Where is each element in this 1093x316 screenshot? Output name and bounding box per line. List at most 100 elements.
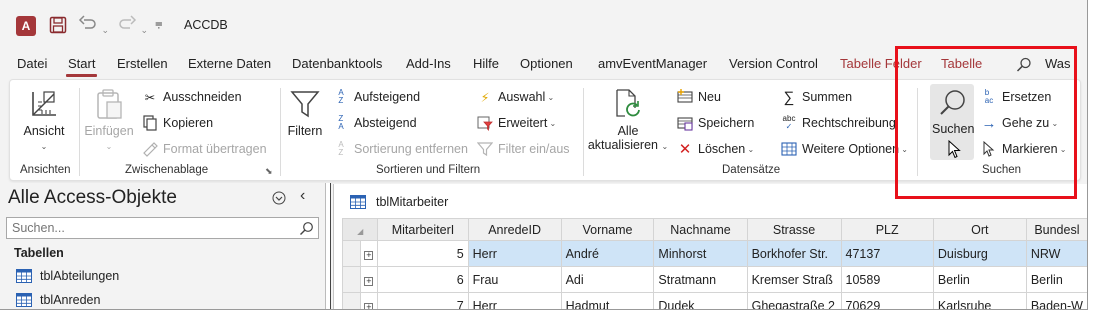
expand-icon[interactable]: + bbox=[359, 292, 379, 309]
table-cell[interactable]: Ghegastraße 2 bbox=[746, 292, 842, 309]
table-cell[interactable]: Borkhofer Str. bbox=[746, 240, 842, 267]
nav-search-input[interactable] bbox=[7, 218, 287, 238]
absteigend-button[interactable]: ZA Absteigend bbox=[332, 114, 416, 132]
table-cell[interactable]: Baden-W bbox=[1025, 292, 1087, 309]
document-tab-tblmitarbeiter[interactable]: tblMitarbeiter bbox=[338, 188, 643, 216]
column-header[interactable]: PLZ bbox=[840, 218, 934, 241]
save-icon[interactable] bbox=[49, 16, 67, 34]
column-header[interactable]: Ort bbox=[932, 218, 1027, 241]
window-title: ACCDB bbox=[184, 18, 228, 32]
gehe-zu-button[interactable]: → Gehe zu ⌄ bbox=[980, 114, 1059, 132]
tab-start[interactable]: Start bbox=[65, 56, 98, 77]
nav-menu-chevron-icon[interactable] bbox=[272, 191, 286, 205]
tab-datei[interactable]: Datei bbox=[17, 56, 47, 71]
tab-add-ins[interactable]: Add-Ins bbox=[406, 56, 451, 71]
ribbon: Ansicht ⌄ Ansichten Einfügen ⌄ ✂ Ausschn… bbox=[9, 79, 1081, 181]
table-cell[interactable]: Herr bbox=[467, 240, 562, 267]
tab-tabelle-felder[interactable]: Tabelle Felder bbox=[840, 56, 922, 71]
nav-section-tabellen[interactable]: Tabellen bbox=[14, 246, 64, 260]
tab-version-control[interactable]: Version Control bbox=[729, 56, 818, 71]
table-cell[interactable]: Berlin bbox=[932, 266, 1027, 293]
table-cell[interactable]: Duisburg bbox=[932, 240, 1027, 267]
table-cell[interactable]: 10589 bbox=[840, 266, 934, 293]
search-icon[interactable] bbox=[299, 221, 314, 236]
expand-icon[interactable]: + bbox=[359, 266, 379, 293]
summen-button[interactable]: ∑ Summen bbox=[780, 88, 852, 106]
loeschen-button[interactable]: ✕ Löschen ⌄ bbox=[676, 140, 755, 158]
table-cell[interactable]: Dudek bbox=[653, 292, 748, 309]
speichern-button[interactable]: Speichern bbox=[676, 114, 754, 132]
table-cell[interactable]: Berlin bbox=[1025, 266, 1087, 293]
markieren-button[interactable]: Markieren ⌄ bbox=[980, 140, 1067, 158]
table-cell[interactable]: Karlsruhe bbox=[932, 292, 1027, 309]
table-cell[interactable]: 7 bbox=[377, 292, 469, 309]
record-selector[interactable] bbox=[342, 266, 361, 293]
undo-icon[interactable]: ⌄ bbox=[78, 15, 109, 36]
tab-datenbanktools[interactable]: Datenbanktools bbox=[292, 56, 382, 71]
filter-ein-aus-button[interactable]: Filter ein/aus bbox=[476, 140, 570, 158]
redo-icon[interactable]: ⌄ bbox=[117, 15, 148, 36]
tab-tabelle[interactable]: Tabelle bbox=[941, 56, 982, 71]
dialog-launcher-icon[interactable]: ⬊ bbox=[265, 166, 273, 177]
tell-me-input[interactable]: Was bbox=[1045, 56, 1071, 71]
collapse-nav-icon[interactable]: ‹ bbox=[300, 187, 305, 205]
table-cell[interactable]: Minhorst bbox=[653, 240, 748, 267]
neu-button[interactable]: Neu bbox=[676, 88, 721, 106]
table-cell[interactable]: 70629 bbox=[840, 292, 934, 309]
nav-item-tblanreden[interactable]: tblAnreden bbox=[16, 293, 100, 307]
tab-hilfe[interactable]: Hilfe bbox=[473, 56, 499, 71]
auswahl-button[interactable]: ⚡ Auswahl ⌄ bbox=[476, 88, 555, 106]
chevron-down-icon: ⌄ bbox=[899, 144, 908, 154]
ausschneiden-button[interactable]: ✂ Ausschneiden bbox=[141, 88, 242, 106]
table-row[interactable]: + 7 Herr Hadmut Dudek Ghegastraße 2 7062… bbox=[342, 292, 1087, 309]
table-cell[interactable]: Herr bbox=[467, 292, 562, 309]
tab-externe-daten[interactable]: Externe Daten bbox=[188, 56, 271, 71]
column-header[interactable]: Vorname bbox=[560, 218, 655, 241]
table-cell[interactable]: André bbox=[560, 240, 655, 267]
customize-toolbar-icon[interactable]: ⩦ bbox=[155, 15, 163, 31]
select-all-corner[interactable]: ◢ bbox=[341, 218, 379, 241]
table-cell[interactable]: Kremser Straß bbox=[746, 266, 842, 293]
tab-erstellen[interactable]: Erstellen bbox=[117, 56, 168, 71]
kopieren-button[interactable]: Kopieren bbox=[141, 114, 213, 132]
aufsteigend-button[interactable]: AZ Aufsteigend bbox=[332, 88, 420, 106]
mouse-cursor-icon bbox=[948, 140, 961, 159]
table-cell[interactable]: NRW bbox=[1025, 240, 1087, 267]
tab-optionen[interactable]: Optionen bbox=[520, 56, 573, 71]
erweitert-button[interactable]: Erweitert ⌄ bbox=[476, 114, 556, 132]
table-cell[interactable]: 47137 bbox=[840, 240, 934, 267]
sortierung-entfernen-button[interactable]: AZ Sortierung entfernen bbox=[332, 140, 468, 158]
einfuegen-button[interactable]: Einfügen ⌄ bbox=[84, 88, 134, 152]
weitere-optionen-button[interactable]: Weitere Optionen ⌄ bbox=[780, 140, 908, 158]
table-row[interactable]: + 6 Frau Adi Stratmann Kremser Straß 105… bbox=[342, 266, 1087, 293]
column-header[interactable]: Bundesl bbox=[1025, 218, 1087, 241]
table-cell[interactable]: Stratmann bbox=[653, 266, 748, 293]
suchen-button[interactable]: Suchen bbox=[930, 84, 974, 160]
column-header[interactable]: Nachname bbox=[653, 218, 748, 241]
table-cell[interactable]: 5 bbox=[377, 240, 469, 267]
table-cell[interactable]: Adi bbox=[560, 266, 655, 293]
format-uebertragen-button[interactable]: Format übertragen bbox=[141, 140, 267, 158]
table-cell[interactable]: Hadmut bbox=[560, 292, 655, 309]
filtern-button[interactable]: Filtern bbox=[285, 88, 325, 138]
chevron-down-icon[interactable]: ⌄ bbox=[101, 25, 109, 35]
search-icon[interactable] bbox=[1016, 57, 1032, 73]
record-selector[interactable] bbox=[342, 292, 361, 309]
table-row[interactable]: + 5 Herr André Minhorst Borkhofer Str. 4… bbox=[342, 240, 1087, 267]
pane-splitter[interactable] bbox=[325, 183, 331, 309]
ansicht-button[interactable]: Ansicht ⌄ bbox=[18, 88, 70, 152]
table-cell[interactable]: 6 bbox=[377, 266, 469, 293]
table-cell[interactable]: Frau bbox=[467, 266, 562, 293]
aktualisieren-label: aktualisieren bbox=[587, 138, 658, 152]
ersetzen-button[interactable]: b ac Ersetzen bbox=[980, 88, 1052, 106]
column-header[interactable]: MitarbeiterI bbox=[377, 218, 469, 241]
alle-aktualisieren-button[interactable]: Alle aktualisieren ⌄ bbox=[586, 88, 670, 152]
tab-amveventmanager[interactable]: amvEventManager bbox=[598, 56, 707, 71]
column-header[interactable]: Strasse bbox=[746, 218, 842, 241]
expand-icon[interactable]: + bbox=[359, 240, 379, 267]
rechtschreibung-button[interactable]: abc ✓ Rechtschreibung bbox=[780, 114, 896, 132]
nav-item-tblabteilungen[interactable]: tblAbteilungen bbox=[16, 269, 119, 283]
column-header[interactable]: AnredeID bbox=[467, 218, 562, 241]
chevron-down-icon[interactable]: ⌄ bbox=[140, 25, 148, 35]
record-selector[interactable] bbox=[342, 240, 361, 267]
